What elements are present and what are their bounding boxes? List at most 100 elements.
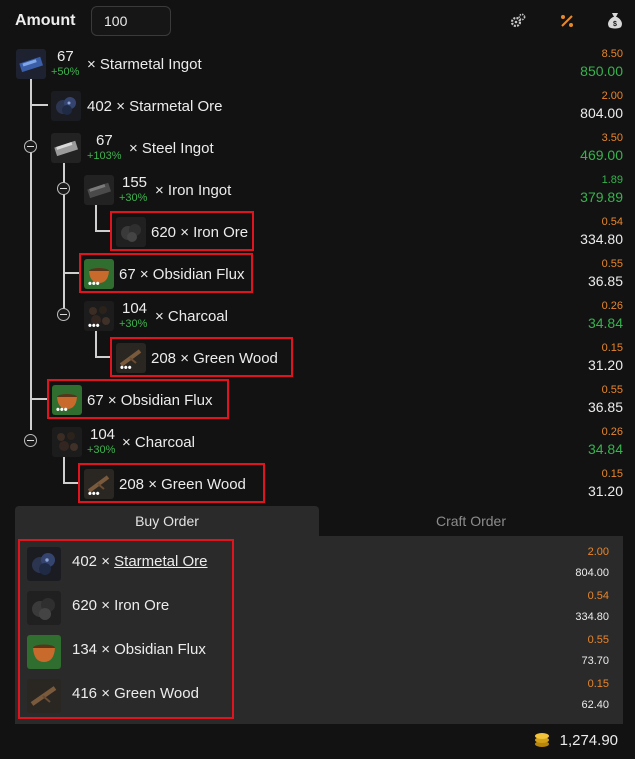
unit-price: 2.00 xyxy=(601,90,623,102)
tree-row[interactable]: 104 +30% × Charcoal 0.26 34.84 xyxy=(0,422,635,462)
tree-row[interactable]: ••• 208 × Green Wood 0.15 31.20 xyxy=(0,463,635,504)
total-price: 850.00 xyxy=(580,63,623,79)
tab-craft-order[interactable]: Craft Order xyxy=(319,506,623,536)
more-dots: ••• xyxy=(56,404,68,416)
green-wood-icon xyxy=(27,679,61,713)
unit-price: 0.55 xyxy=(601,384,623,396)
item-name: Iron Ore xyxy=(114,597,170,614)
tree-row[interactable]: ••• 208 × Green Wood 0.15 31.20 xyxy=(0,337,635,378)
tree-row[interactable]: ••• 67 × Obsidian Flux 0.55 36.85 xyxy=(0,379,635,420)
iron-ore-icon xyxy=(116,217,146,247)
recipe-tree: 67 +50% × Starmetal Ingot 8.50 850.00 40… xyxy=(0,44,635,506)
total-price: 334.80 xyxy=(575,611,609,623)
unit-price: 0.15 xyxy=(587,678,609,690)
list-item[interactable]: 620 × Iron Ore 0.54 334.80 xyxy=(23,585,613,629)
row-label: × Charcoal xyxy=(122,434,195,451)
obsidian-flux-icon xyxy=(27,635,61,669)
unit-price: 1.89 xyxy=(601,174,623,186)
total-price: 34.84 xyxy=(587,441,623,457)
item-name: Obsidian Flux xyxy=(114,641,206,658)
tree-row[interactable]: ••• 104 +30% × Charcoal 0.26 34.84 xyxy=(0,296,635,336)
order-tabs: Buy Order Craft Order xyxy=(15,506,623,536)
tree-row[interactable]: ••• 67 × Obsidian Flux 0.55 36.85 xyxy=(0,253,635,294)
svg-text:$: $ xyxy=(613,21,617,28)
tree-row[interactable]: 620 × Iron Ore 0.54 334.80 xyxy=(0,211,635,252)
tree-row[interactable]: 402 × Starmetal Ore 2.00 804.00 xyxy=(0,86,635,126)
row-quantity: 67 xyxy=(96,132,113,149)
iron-ore-icon xyxy=(27,591,61,625)
iron-ingot-icon xyxy=(84,175,114,205)
tab-buy-order[interactable]: Buy Order xyxy=(15,506,319,536)
unit-price: 0.15 xyxy=(601,342,623,354)
unit-price: 0.55 xyxy=(587,634,609,646)
list-item[interactable]: 416 × Green Wood 0.15 62.40 xyxy=(23,673,613,717)
gears-icon[interactable] xyxy=(509,12,527,30)
row-bonus: +30% xyxy=(119,318,148,330)
row-bonus: +103% xyxy=(87,150,122,162)
total-price: 36.85 xyxy=(587,273,623,289)
unit-price: 0.26 xyxy=(601,300,623,312)
green-wood-icon: ••• xyxy=(84,469,114,499)
starmetal-ingot-icon xyxy=(16,49,46,79)
unit-price: 0.26 xyxy=(601,426,623,438)
percent-icon[interactable] xyxy=(558,12,576,30)
item-quantity: 134 × xyxy=(72,641,110,658)
item-label: 416 × Green Wood xyxy=(72,685,199,702)
row-quantity: 67 xyxy=(57,48,74,65)
row-quantity: 104 xyxy=(90,426,116,443)
unit-price: 0.55 xyxy=(601,258,623,270)
unit-price: 3.50 xyxy=(601,132,623,144)
unit-price: 0.54 xyxy=(587,590,609,602)
amount-input[interactable] xyxy=(91,6,171,36)
item-quantity: 402 × xyxy=(72,553,110,570)
more-dots: ••• xyxy=(88,320,100,332)
row-label: × Charcoal xyxy=(155,308,228,325)
tree-row[interactable]: 155 +30% × Iron Ingot 1.89 379.89 xyxy=(0,170,635,210)
total-price: 804.00 xyxy=(580,105,623,121)
unit-price: 0.54 xyxy=(601,216,623,228)
tree-row[interactable]: 67 +103% × Steel Ingot 3.50 469.00 xyxy=(0,128,635,168)
row-label: × Starmetal Ingot xyxy=(87,56,202,73)
grand-total: 1,274.90 xyxy=(559,732,618,749)
charcoal-icon xyxy=(52,427,82,457)
charcoal-icon: ••• xyxy=(84,301,114,331)
item-quantity: 620 × xyxy=(72,597,110,614)
unit-price: 8.50 xyxy=(601,48,623,60)
row-label: 208 × Green Wood xyxy=(119,476,246,493)
item-name-link[interactable]: Starmetal Ore xyxy=(114,553,207,570)
more-dots: ••• xyxy=(120,362,132,374)
row-bonus: +30% xyxy=(87,444,116,456)
total-price: 31.20 xyxy=(587,357,623,373)
total-price: 469.00 xyxy=(580,147,623,163)
item-name: Green Wood xyxy=(114,685,199,702)
money-bag-icon[interactable]: $ xyxy=(606,12,624,30)
starmetal-ore-icon xyxy=(27,547,61,581)
unit-price: 0.15 xyxy=(601,468,623,480)
row-label: 67 × Obsidian Flux xyxy=(87,392,213,409)
total-price: 62.40 xyxy=(581,699,609,711)
starmetal-ore-icon xyxy=(51,91,81,121)
row-label: 402 × Starmetal Ore xyxy=(87,98,223,115)
list-item[interactable]: 134 × Obsidian Flux 0.55 73.70 xyxy=(23,629,613,673)
list-item[interactable]: 402 × Starmetal Ore 2.00 804.00 xyxy=(23,541,613,585)
tree-row[interactable]: 67 +50% × Starmetal Ingot 8.50 850.00 xyxy=(0,44,635,84)
steel-ingot-icon xyxy=(51,133,81,163)
more-dots: ••• xyxy=(88,488,100,500)
total-price: 73.70 xyxy=(581,655,609,667)
row-label: × Iron Ingot xyxy=(155,182,232,199)
obsidian-flux-icon: ••• xyxy=(52,385,82,415)
total-price: 31.20 xyxy=(587,483,623,499)
total-price: 379.89 xyxy=(580,189,623,205)
amount-label: Amount xyxy=(15,12,76,29)
total-price: 804.00 xyxy=(575,567,609,579)
row-bonus: +30% xyxy=(119,192,148,204)
row-quantity: 104 xyxy=(122,300,148,317)
row-bonus: +50% xyxy=(51,66,80,78)
row-label: 620 × Iron Ore xyxy=(151,224,249,241)
total-price: 334.80 xyxy=(580,231,623,247)
amount-bar: Amount $ xyxy=(0,0,635,44)
obsidian-flux-icon: ••• xyxy=(84,259,114,289)
row-label: × Steel Ingot xyxy=(129,140,214,157)
more-dots: ••• xyxy=(88,278,100,290)
green-wood-icon: ••• xyxy=(116,343,146,373)
